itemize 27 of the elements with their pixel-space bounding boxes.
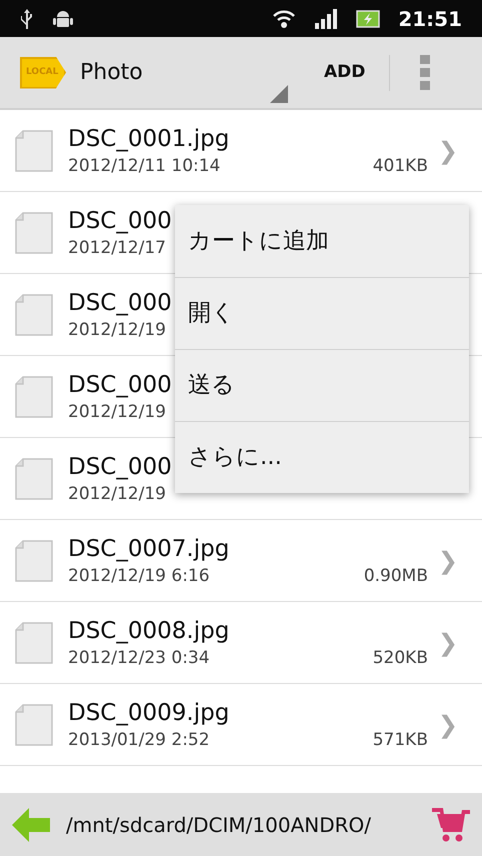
file-name: DSC_0001.jpg (68, 124, 230, 154)
file-name: DSC_0007.jpg (68, 534, 230, 564)
file-date: 2012/12/19 (68, 482, 166, 506)
chevron-icon: ❯ (438, 542, 458, 578)
clock: 21:51 (398, 6, 462, 32)
file-name: DSC_000 (68, 452, 172, 482)
file-date: 2012/12/17 (68, 236, 166, 260)
file-size: 520KB (372, 646, 428, 670)
file-date: 2012/12/19 6:16 (68, 564, 210, 588)
file-name: DSC_000 (68, 206, 172, 236)
path-label: /mnt/sdcard/DCIM/100ANDRO/ (66, 812, 372, 838)
file-name: DSC_0009.jpg (68, 698, 230, 728)
file-name: DSC_0008.jpg (68, 616, 230, 646)
file-size: 571KB (372, 728, 428, 752)
file-size: 0.90MB (364, 564, 428, 588)
file-date: 2012/12/19 (68, 318, 166, 342)
file-date: 2012/12/19 (68, 400, 166, 424)
chevron-icon: ❯ (438, 624, 458, 660)
file-date: 2012/12/11 10:14 (68, 154, 220, 178)
file-name: DSC_000 (68, 370, 172, 400)
chevron-icon: ❯ (438, 706, 458, 742)
file-date: 2012/12/23 0:34 (68, 646, 210, 670)
chevron-icon: ❯ (438, 132, 458, 168)
file-size: 401KB (372, 154, 428, 178)
local-badge: LOCAL (20, 56, 66, 88)
file-name: DSC_000 (68, 288, 172, 318)
file-date: 2013/01/29 2:52 (68, 728, 210, 752)
